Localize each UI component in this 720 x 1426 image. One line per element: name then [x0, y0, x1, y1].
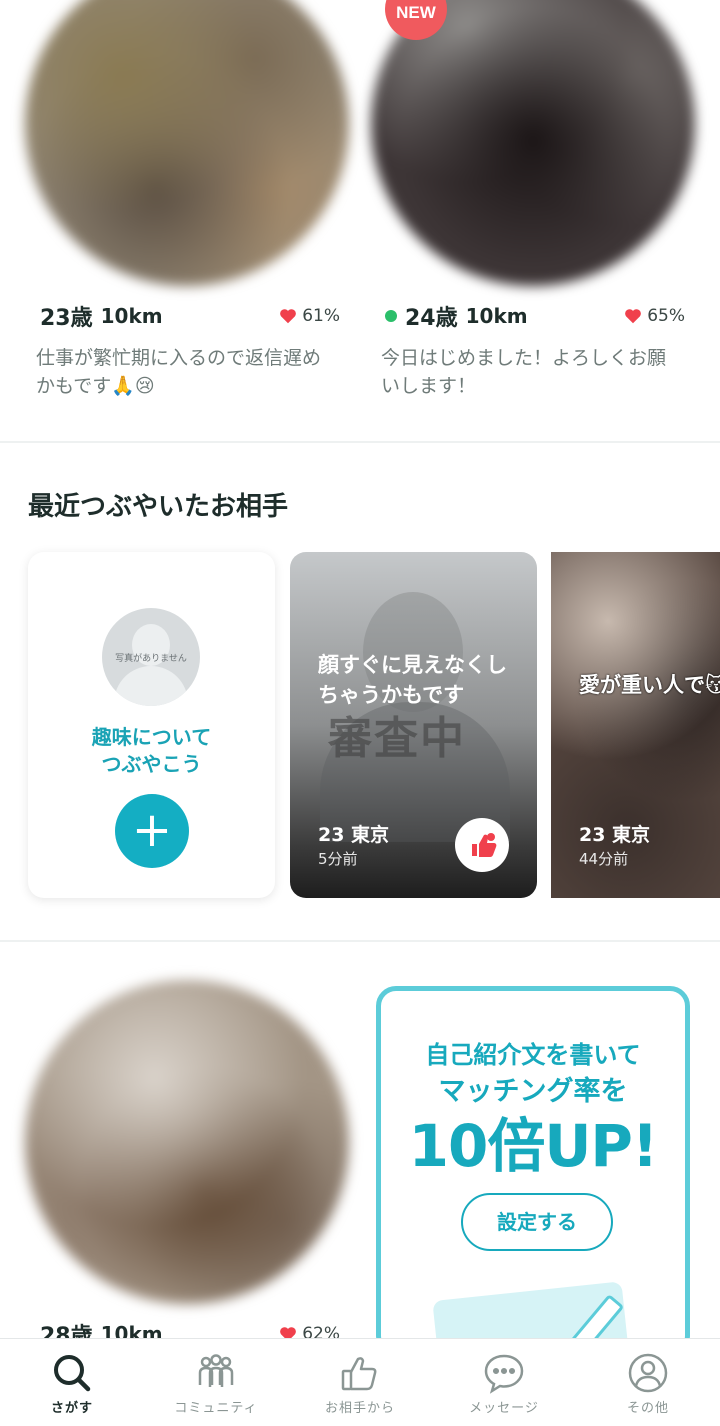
tweet-card[interactable]: 審査中 顔すぐに見えなくしちゃうかもです 23 東京 5分前 [290, 552, 537, 898]
heart-icon [625, 309, 642, 324]
post-tweet-card[interactable]: 写真がありません 趣味について つぶやこう + [28, 552, 275, 898]
tab-label: お相手から [324, 1401, 395, 1416]
profile-bio: 仕事が繁忙期に入るので返信遅めかもです🙏😢 [36, 347, 322, 397]
under-review-watermark: 審査中 [328, 713, 466, 764]
message-icon [484, 1354, 524, 1394]
online-status-dot [385, 310, 397, 322]
like-button[interactable] [455, 818, 509, 872]
profile-age: 23歳 [40, 306, 93, 331]
tweet-time: 5分前 [318, 850, 358, 868]
post-cta-text: 趣味について つぶやこう [91, 725, 212, 776]
profile-icon [628, 1353, 668, 1393]
tab-likes-received[interactable]: お相手から [288, 1339, 432, 1426]
thumbs-up-icon [472, 833, 497, 857]
profile-photo[interactable] [25, 0, 349, 286]
tab-label: その他 [626, 1401, 669, 1416]
promo-headline: 10倍UP! [408, 1112, 659, 1180]
profile-meta: 24歳 10km 65% [385, 300, 685, 332]
tab-label: メッセージ [469, 1401, 539, 1416]
match-rate: 65% [647, 306, 685, 326]
tweet-location: 23 東京 [318, 824, 390, 846]
section-title: 最近つぶやいたお相手 [28, 492, 289, 522]
section-divider [0, 441, 720, 443]
profile-photo[interactable] [25, 980, 349, 1304]
no-photo-label: 写真がありません [115, 654, 187, 664]
no-photo-avatar: 写真がありません [102, 608, 200, 706]
self-intro-promo-card[interactable]: 自己紹介文を書いて マッチング率を 10倍UP! 設定する [376, 986, 690, 1356]
community-icon [198, 1354, 234, 1387]
tweet-location: 23 東京 [579, 824, 651, 846]
tweet-card[interactable]: 愛が重い人で😽 23 東京 44分前 [551, 552, 720, 898]
tab-other[interactable]: その他 [576, 1339, 720, 1426]
bottom-tab-bar: さがす コミュニティ お相手から メッセージ その他 [0, 1338, 720, 1426]
search-icon [54, 1355, 91, 1392]
tab-community[interactable]: コミュニティ [144, 1339, 288, 1426]
tab-label: さがす [50, 1401, 93, 1416]
match-rate: 61% [302, 306, 340, 326]
tab-search[interactable]: さがす [0, 1339, 144, 1426]
tweet-text: 愛が重い人で😽 [579, 673, 720, 697]
heart-icon [280, 309, 297, 324]
promo-settings-button[interactable]: 設定する [461, 1193, 613, 1251]
profile-distance: 10km [100, 304, 163, 328]
tweet-time: 44分前 [579, 850, 629, 868]
profile-age: 24歳 [405, 306, 458, 331]
thumbs-up-icon [341, 1357, 377, 1391]
promo-line1: 自己紹介文を書いて [425, 1041, 641, 1069]
add-tweet-button[interactable]: + [115, 794, 189, 868]
profile-bio: 今日はじめました！よろしくお願いします！ [381, 347, 667, 397]
profile-meta: 23歳 10km 61% [40, 300, 340, 332]
tab-messages[interactable]: メッセージ [432, 1339, 576, 1426]
profile-distance: 10km [465, 304, 528, 328]
tweet-text: 顔すぐに見えなくしちゃうかもです [318, 653, 507, 707]
profile-photo[interactable] [371, 0, 695, 286]
tab-label: コミュニティ [174, 1401, 258, 1416]
section-divider [0, 940, 720, 942]
